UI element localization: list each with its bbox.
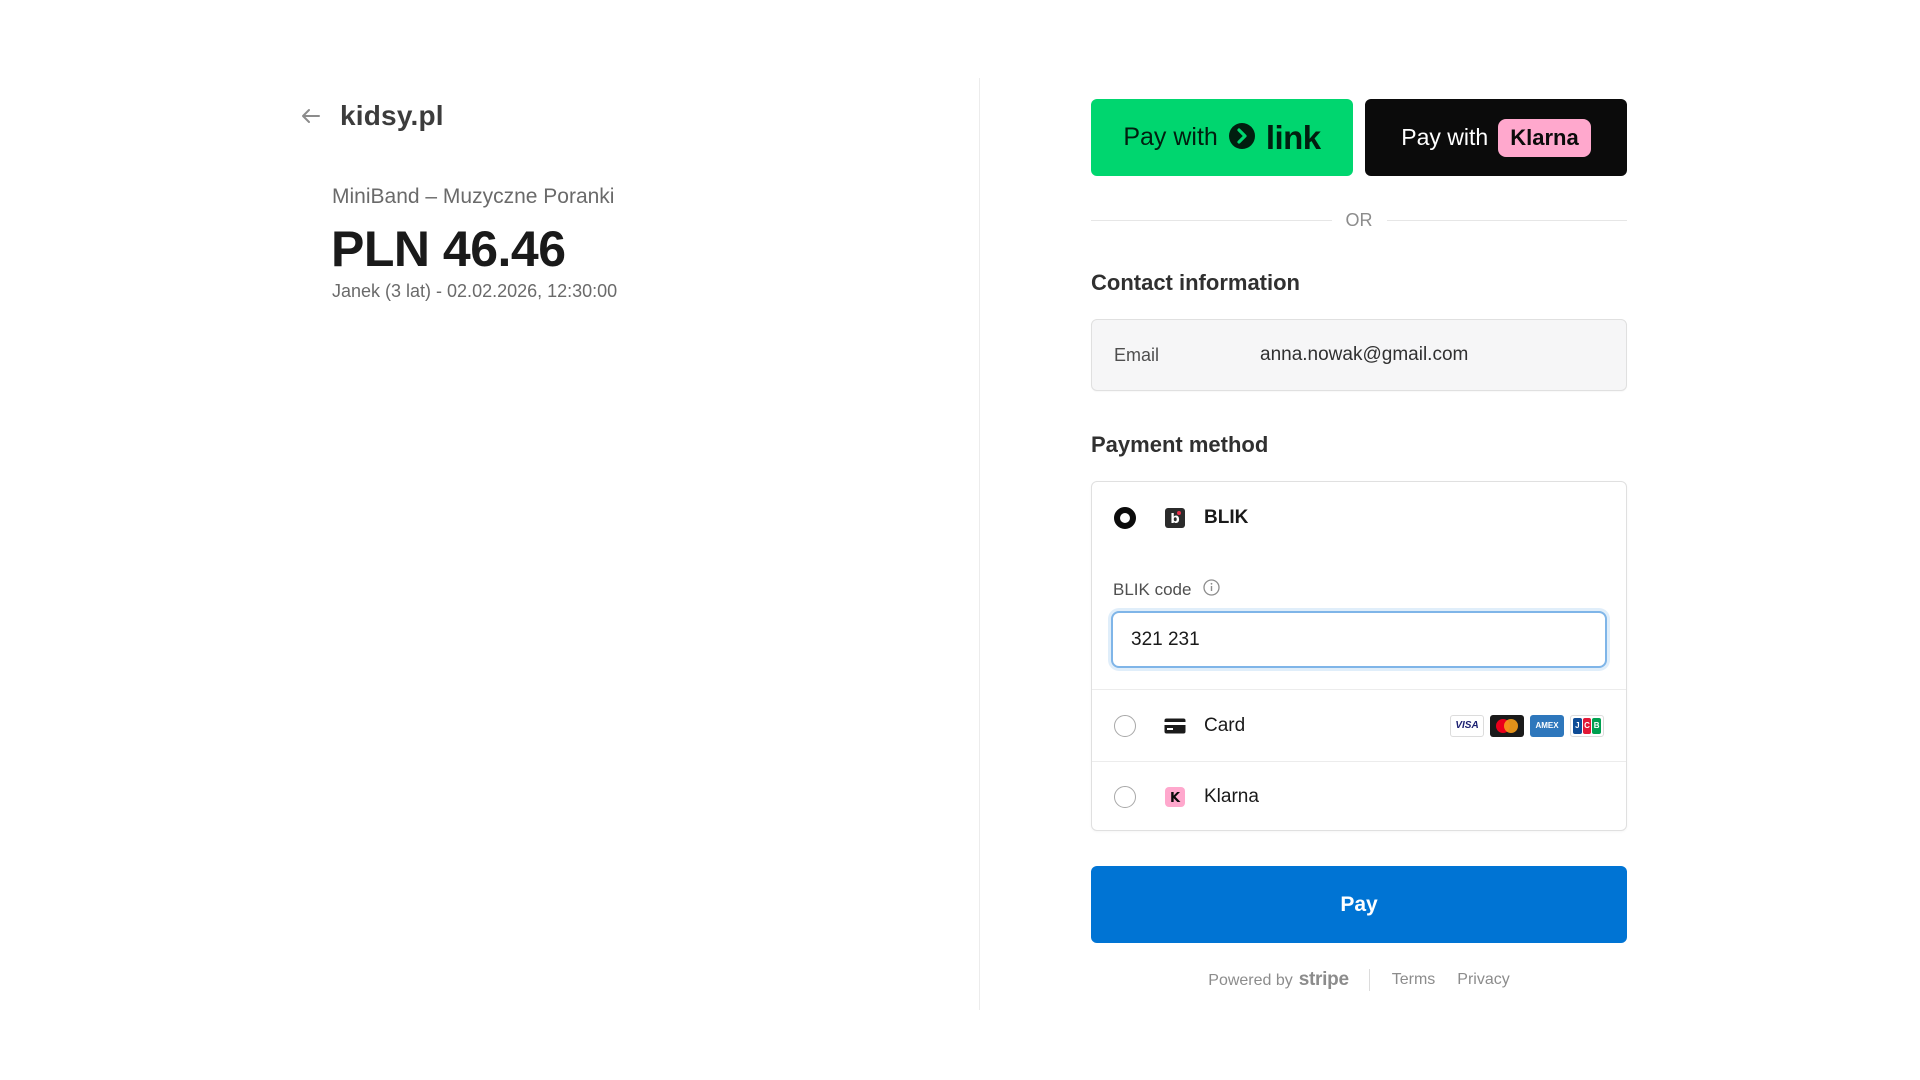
merchant-header: kidsy.pl xyxy=(300,100,444,132)
footer: Powered by stripe Terms Privacy xyxy=(1091,969,1627,991)
blik-label: BLIK xyxy=(1204,507,1249,528)
info-icon[interactable] xyxy=(1203,579,1221,601)
checkout-page: kidsy.pl MiniBand – Muzyczne Poranki PLN… xyxy=(0,0,1920,1080)
stripe-logo: stripe xyxy=(1298,969,1349,990)
link-wordmark: link xyxy=(1265,118,1321,156)
or-text: OR xyxy=(1345,210,1373,230)
blik-code-label: BLIK code xyxy=(1113,579,1221,601)
express-checkout: Pay with link Pay with Klarna xyxy=(1091,99,1627,176)
klarna-radio[interactable] xyxy=(1114,786,1136,808)
card-icon xyxy=(1164,715,1186,737)
order-description: Janek (3 lat) - 02.02.2026, 12:30:00 xyxy=(332,281,618,301)
svg-text:K: K xyxy=(1170,791,1181,806)
column-divider xyxy=(979,78,980,1010)
pay-button[interactable]: Pay xyxy=(1091,866,1627,943)
blik-icon: b xyxy=(1164,507,1186,529)
or-divider: OR xyxy=(1091,210,1627,231)
product-name: MiniBand – Muzyczne Poranki xyxy=(332,185,615,208)
payment-method-blik[interactable]: b BLIK xyxy=(1092,482,1626,554)
link-button-prefix: Pay with xyxy=(1123,123,1218,151)
terms-link[interactable]: Terms xyxy=(1392,971,1436,989)
visa-icon: VISA xyxy=(1450,714,1484,737)
payment-method-title: Payment method xyxy=(1091,432,1269,457)
card-radio[interactable] xyxy=(1114,714,1136,737)
powered-by-stripe[interactable]: Powered by stripe xyxy=(1208,969,1368,991)
blik-radio[interactable] xyxy=(1114,507,1136,529)
email-label: Email xyxy=(1114,344,1160,365)
arrow-left-icon[interactable] xyxy=(300,105,322,127)
email-value[interactable]: anna.nowak@gmail.com xyxy=(1260,344,1468,366)
jcb-icon: J C B xyxy=(1570,714,1604,737)
card-label: Card xyxy=(1204,714,1246,736)
order-summary: kidsy.pl MiniBand – Muzyczne Poranki PLN… xyxy=(0,0,980,1010)
pay-with-link-button[interactable]: Pay with link xyxy=(1091,99,1353,176)
klarna-label: Klarna xyxy=(1204,786,1259,807)
footer-separator xyxy=(1368,969,1370,991)
mastercard-icon xyxy=(1490,714,1524,737)
pay-with-klarna-button[interactable]: Pay with Klarna xyxy=(1365,99,1627,176)
contact-info-title: Contact information xyxy=(1091,270,1300,295)
klarna-button-prefix: Pay with xyxy=(1401,124,1489,150)
privacy-link[interactable]: Privacy xyxy=(1457,971,1509,989)
order-amount: PLN 46.46 xyxy=(331,221,566,277)
amex-icon: AMEX xyxy=(1530,714,1564,737)
link-logo-icon xyxy=(1228,122,1256,153)
payment-method-card[interactable]: Card VISA AMEX J C B xyxy=(1092,689,1626,761)
email-field[interactable]: Email anna.nowak@gmail.com xyxy=(1091,319,1627,391)
klarna-icon: K xyxy=(1164,786,1186,808)
merchant-name[interactable]: kidsy.pl xyxy=(340,100,444,132)
klarna-wordmark: Klarna xyxy=(1498,118,1591,157)
card-brands: VISA AMEX J C B xyxy=(1450,714,1604,737)
payment-method-klarna[interactable]: K Klarna xyxy=(1092,761,1626,832)
blik-code-field[interactable] xyxy=(1111,611,1607,668)
blik-code-input[interactable] xyxy=(1113,613,1605,666)
